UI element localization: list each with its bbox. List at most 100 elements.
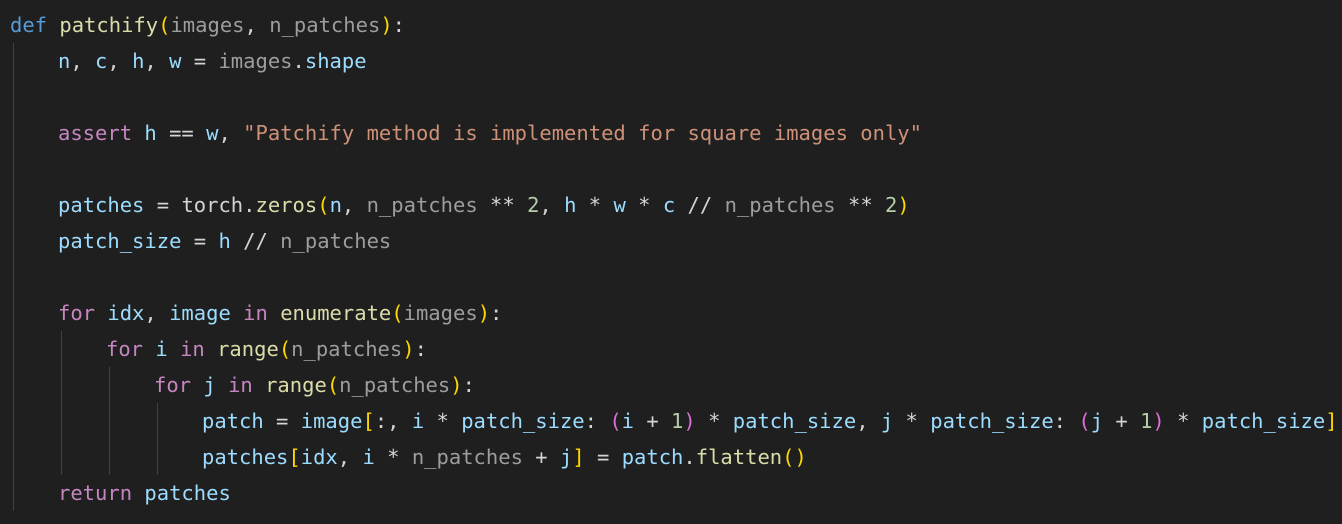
- code-token: ): [897, 193, 910, 217]
- code-token: patches: [202, 445, 289, 469]
- code-token: ): [402, 337, 415, 361]
- code-token: +: [1103, 409, 1141, 433]
- code-line[interactable]: patch = image[:, i * patch_size: (i + 1)…: [0, 403, 1342, 439]
- code-token: range: [265, 373, 327, 397]
- code-token: ): [380, 13, 393, 37]
- code-token: **: [835, 193, 886, 217]
- code-token: (: [326, 373, 340, 397]
- code-token: (: [158, 13, 171, 37]
- code-token: =: [181, 229, 219, 253]
- code-line[interactable]: patches[idx, i * n_patches + j] = patch.…: [0, 439, 1342, 475]
- code-editor[interactable]: def patchify(images, n_patches): n, c, h,…: [0, 0, 1342, 524]
- code-token: (: [278, 337, 292, 361]
- code-line[interactable]: for j in range(n_patches):: [0, 367, 1342, 403]
- code-token: .: [243, 193, 256, 217]
- code-line[interactable]: [0, 79, 1342, 115]
- code-token: 1: [671, 409, 684, 433]
- code-line[interactable]: patches = torch.zeros(n, n_patches ** 2,…: [0, 187, 1342, 223]
- code-token: =: [181, 49, 219, 73]
- code-token: i: [155, 337, 168, 361]
- code-token: for: [106, 337, 144, 361]
- code-token: :: [490, 301, 503, 325]
- code-token: 2: [527, 193, 540, 217]
- code-token: :,: [374, 409, 412, 433]
- code-token: ,: [144, 301, 170, 325]
- code-line[interactable]: [0, 259, 1342, 295]
- code-token: w: [206, 121, 219, 145]
- code-token: patch_size: [461, 409, 585, 433]
- code-token: in: [228, 373, 253, 397]
- code-token: =: [144, 193, 182, 217]
- code-token: images: [403, 301, 478, 325]
- code-token: n_patches: [269, 13, 381, 37]
- code-token: [: [288, 445, 301, 469]
- code-token: n_patches: [339, 373, 451, 397]
- code-token: ,: [341, 193, 367, 217]
- code-line[interactable]: def patchify(images, n_patches):: [0, 7, 1342, 43]
- code-token: in: [243, 301, 268, 325]
- code-token: patch: [202, 409, 264, 433]
- code-token: n_patches: [291, 337, 403, 361]
- code-token: patch_size: [732, 409, 857, 433]
- code-token: h: [144, 121, 157, 145]
- code-token: :: [462, 373, 475, 397]
- indent-guide: [157, 403, 158, 475]
- indent-guide: [13, 43, 14, 511]
- code-token: i: [362, 445, 375, 469]
- code-token: :: [1053, 409, 1079, 433]
- code-token: .: [683, 445, 696, 469]
- indent-guide: [61, 331, 62, 475]
- code-token: patchify: [59, 13, 159, 37]
- code-token: "Patchify method is implemented for squa…: [243, 121, 922, 145]
- code-token: h: [132, 49, 145, 73]
- code-token: (: [317, 193, 330, 217]
- code-token: **: [477, 193, 528, 217]
- code-token: ,: [337, 445, 363, 469]
- code-token: idx: [107, 301, 145, 325]
- code-token: *: [424, 409, 462, 433]
- code-token: *: [374, 445, 412, 469]
- code-token: image: [169, 301, 231, 325]
- code-line[interactable]: n, c, h, w = images.shape: [0, 43, 1342, 79]
- code-line[interactable]: for idx, image in enumerate(images):: [0, 295, 1342, 331]
- code-token: :: [414, 337, 427, 361]
- code-token: flatten: [695, 445, 783, 469]
- code-token: w: [169, 49, 182, 73]
- code-token: //: [230, 229, 281, 253]
- code-line[interactable]: for i in range(n_patches):: [0, 331, 1342, 367]
- code-token: for: [154, 373, 192, 397]
- code-token: images: [170, 13, 245, 37]
- code-token: (: [391, 301, 404, 325]
- code-line[interactable]: [0, 151, 1342, 187]
- code-token: ): [1152, 409, 1165, 433]
- code-token: torch: [181, 193, 244, 217]
- code-token: *: [1164, 409, 1202, 433]
- code-token: j: [559, 445, 573, 469]
- code-token: patch_size: [1201, 409, 1326, 433]
- code-token: 2: [885, 193, 898, 217]
- code-token: image: [300, 409, 363, 433]
- code-token: i: [411, 409, 425, 433]
- code-token: h: [564, 193, 577, 217]
- code-token: shape: [304, 49, 367, 73]
- code-token: :: [392, 13, 405, 37]
- code-token: c: [95, 49, 108, 73]
- code-line[interactable]: patch_size = h // n_patches: [0, 223, 1342, 259]
- code-line[interactable]: return patches: [0, 475, 1342, 511]
- code-token: ,: [244, 13, 270, 37]
- code-token: def: [10, 13, 48, 37]
- code-token: *: [576, 193, 614, 217]
- code-token: in: [180, 337, 205, 361]
- code-token: n: [329, 193, 342, 217]
- code-token: assert: [58, 121, 133, 145]
- code-token: (): [782, 445, 807, 469]
- code-line[interactable]: assert h == w, "Patchify method is imple…: [0, 115, 1342, 151]
- code-token: ): [450, 373, 463, 397]
- code-token: ,: [539, 193, 565, 217]
- code-token: *: [893, 409, 931, 433]
